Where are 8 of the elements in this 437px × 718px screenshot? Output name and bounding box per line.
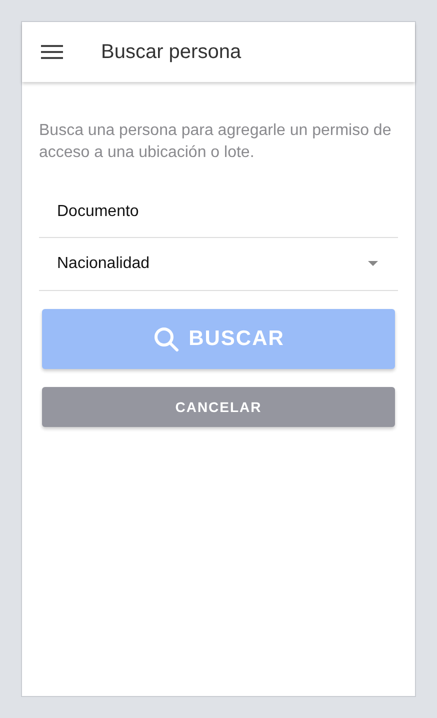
search-icon xyxy=(152,326,179,352)
caret-icon xyxy=(368,261,378,267)
page-title: Buscar persona xyxy=(101,40,242,64)
menu-icon[interactable] xyxy=(41,43,63,61)
document-field[interactable]: Documento xyxy=(39,186,398,238)
nationality-select[interactable]: Nacionalidad xyxy=(39,238,398,291)
cancel-button[interactable]: CANCELAR xyxy=(42,387,395,427)
description-text: Busca una persona para agregarle un permiso de acceso a una ubicación o lote. xyxy=(39,121,392,163)
